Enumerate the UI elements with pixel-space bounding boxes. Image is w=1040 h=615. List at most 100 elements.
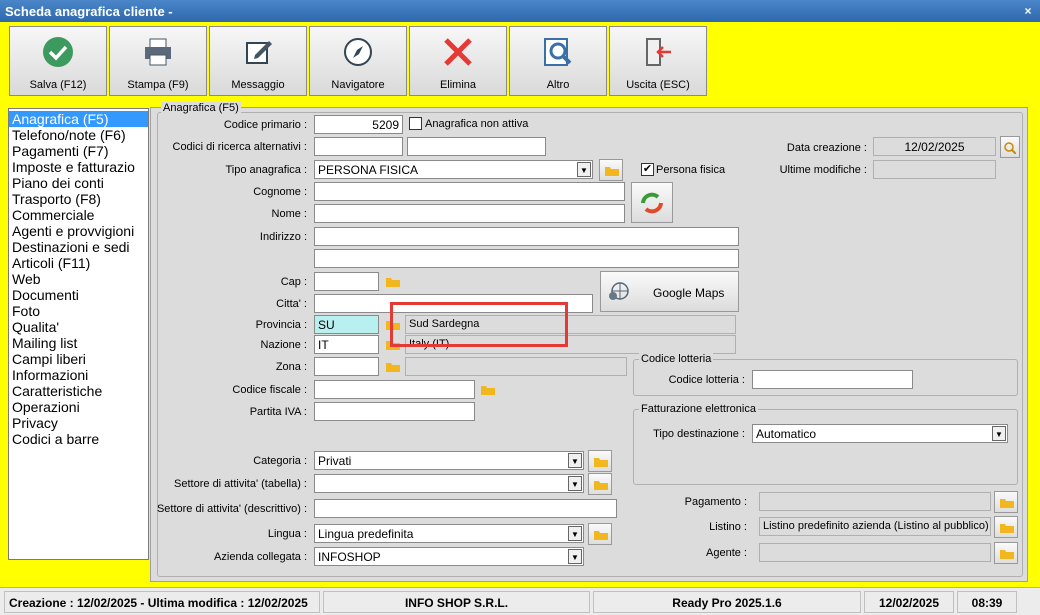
categoria-folder-button[interactable] <box>588 450 612 472</box>
status-bar: Creazione : 12/02/2025 - Ultima modifica… <box>0 587 1040 615</box>
non-attiva-checkbox[interactable] <box>409 117 422 130</box>
zona-folder-button[interactable] <box>381 356 405 378</box>
tipo-dest-value: Automatico <box>756 427 817 441</box>
magnifier-icon <box>1004 142 1016 154</box>
exit-button[interactable]: Uscita (ESC) <box>609 26 707 96</box>
delete-button-label: Elimina <box>439 79 477 91</box>
status-company: INFO SHOP S.R.L. <box>323 591 590 613</box>
status-date: 12/02/2025 <box>864 591 954 613</box>
data-search-button[interactable] <box>1000 136 1020 158</box>
cf-input[interactable] <box>314 380 475 399</box>
settore-folder-button[interactable] <box>588 473 612 495</box>
cf-folder-button[interactable] <box>476 379 500 401</box>
fe-legend: Fatturazione elettronica <box>639 403 758 415</box>
folder-icon <box>594 481 608 490</box>
close-button[interactable]: × <box>1020 4 1036 18</box>
nav-item[interactable]: Agenti e provvigioni <box>9 223 148 239</box>
save-button[interactable]: Salva (F12) <box>9 26 107 96</box>
nav-item[interactable]: Pagamenti (F7) <box>9 143 148 159</box>
edit-icon <box>210 35 306 69</box>
indirizzo-input-1[interactable] <box>314 227 739 246</box>
tipo-dest-label: Tipo destinazione : <box>653 428 745 440</box>
nav-item[interactable]: Mailing list <box>9 335 148 351</box>
provincia-label: Provincia : <box>255 319 307 331</box>
listino-folder-button[interactable] <box>994 516 1018 538</box>
pagamento-label: Pagamento : <box>684 496 747 508</box>
nav-item[interactable]: Imposte e fatturazio <box>9 159 148 175</box>
zona-input[interactable] <box>314 357 379 376</box>
nome-label: Nome : <box>271 208 307 220</box>
nav-item[interactable]: Informazioni <box>9 367 148 383</box>
save-button-label: Salva (F12) <box>29 79 87 91</box>
nav-item[interactable]: Campi liberi <box>9 351 148 367</box>
section-list[interactable]: Anagrafica (F5) Telefono/note (F6) Pagamen… <box>8 108 149 560</box>
lotteria-input[interactable] <box>752 370 913 389</box>
nav-item[interactable]: Trasporto (F8) <box>9 191 148 207</box>
categoria-select[interactable]: Privati ▼ <box>314 451 584 470</box>
swap-button[interactable] <box>631 182 673 223</box>
nav-item[interactable]: Piano dei conti <box>9 175 148 191</box>
nav-item[interactable]: Documenti <box>9 287 148 303</box>
codice-primario-input[interactable]: 5209 <box>314 115 403 134</box>
nav-item[interactable]: Articoli (F11) <box>9 255 148 271</box>
message-button-label: Messaggio <box>231 79 285 91</box>
status-version: Ready Pro 2025.1.6 <box>593 591 861 613</box>
settore-desc-input[interactable] <box>314 499 617 518</box>
provincia-input[interactable]: SU <box>314 315 379 334</box>
agente-folder-button[interactable] <box>994 542 1018 564</box>
ultime-mod-label: Ultime modifiche : <box>779 164 867 176</box>
nav-item[interactable]: Operazioni <box>9 399 148 415</box>
other-button[interactable]: Altro <box>509 26 607 96</box>
status-time: 08:39 <box>957 591 1017 613</box>
print-button[interactable]: Stampa (F9) <box>109 26 207 96</box>
nav-item[interactable]: Destinazioni e sedi <box>9 239 148 255</box>
indirizzo-input-2[interactable] <box>314 249 739 268</box>
indirizzo-label: Indirizzo : <box>259 231 307 243</box>
cognome-input[interactable] <box>314 182 625 201</box>
anagrafica-legend: Anagrafica (F5) <box>161 102 241 114</box>
nav-item[interactable]: Qualita' <box>9 319 148 335</box>
nav-item[interactable]: Codici a barre <box>9 431 148 447</box>
listino-label: Listino : <box>709 521 747 533</box>
folder-icon <box>594 458 608 467</box>
nav-item[interactable]: Commerciale <box>9 207 148 223</box>
categoria-label: Categoria : <box>253 455 307 467</box>
tipo-dest-select[interactable]: Automatico ▼ <box>752 424 1008 443</box>
message-button[interactable]: Messaggio <box>209 26 307 96</box>
persona-fisica-checkbox[interactable]: ✔ <box>641 163 654 176</box>
azienda-select[interactable]: INFOSHOP ▼ <box>314 547 584 566</box>
chevron-down-icon: ▼ <box>568 476 582 491</box>
lingua-folder-button[interactable] <box>588 523 612 545</box>
cap-input[interactable] <box>314 272 379 291</box>
tipo-select[interactable]: PERSONA FISICA ▼ <box>314 160 593 179</box>
navigator-button[interactable]: Navigatore <box>309 26 407 96</box>
nav-item[interactable]: Foto <box>9 303 148 319</box>
chevron-down-icon: ▼ <box>568 549 582 564</box>
azienda-value: INFOSHOP <box>318 550 381 564</box>
piva-input[interactable] <box>314 402 475 421</box>
google-maps-label: Google Maps <box>653 286 725 300</box>
lingua-select[interactable]: Lingua predefinita ▼ <box>314 524 584 543</box>
delete-x-icon <box>410 35 506 69</box>
folder-icon <box>386 363 400 372</box>
delete-button[interactable]: Elimina <box>409 26 507 96</box>
nav-item[interactable]: Privacy <box>9 415 148 431</box>
settore-tab-select[interactable]: ▼ <box>314 474 584 493</box>
window-title-bar: Scheda anagrafica cliente - × <box>0 0 1040 22</box>
google-maps-button[interactable]: Google Maps <box>600 271 739 312</box>
nav-item[interactable]: Web <box>9 271 148 287</box>
nome-input[interactable] <box>314 204 625 223</box>
nav-item[interactable]: Anagrafica (F5) <box>9 111 148 127</box>
cap-folder-button[interactable] <box>381 271 405 293</box>
codici-alt-input-2[interactable] <box>407 137 546 156</box>
nav-item[interactable]: Caratteristiche <box>9 383 148 399</box>
data-creazione-value: 12/02/2025 <box>873 137 996 156</box>
cf-label: Codice fiscale : <box>232 384 307 396</box>
magnifier-icon <box>510 35 606 69</box>
pagamento-folder-button[interactable] <box>994 491 1018 513</box>
codici-alt-input-1[interactable] <box>314 137 403 156</box>
tipo-folder-button[interactable] <box>599 159 623 181</box>
nazione-input[interactable]: IT <box>314 335 379 354</box>
nav-item[interactable]: Telefono/note (F6) <box>9 127 148 143</box>
folder-icon <box>594 531 608 540</box>
